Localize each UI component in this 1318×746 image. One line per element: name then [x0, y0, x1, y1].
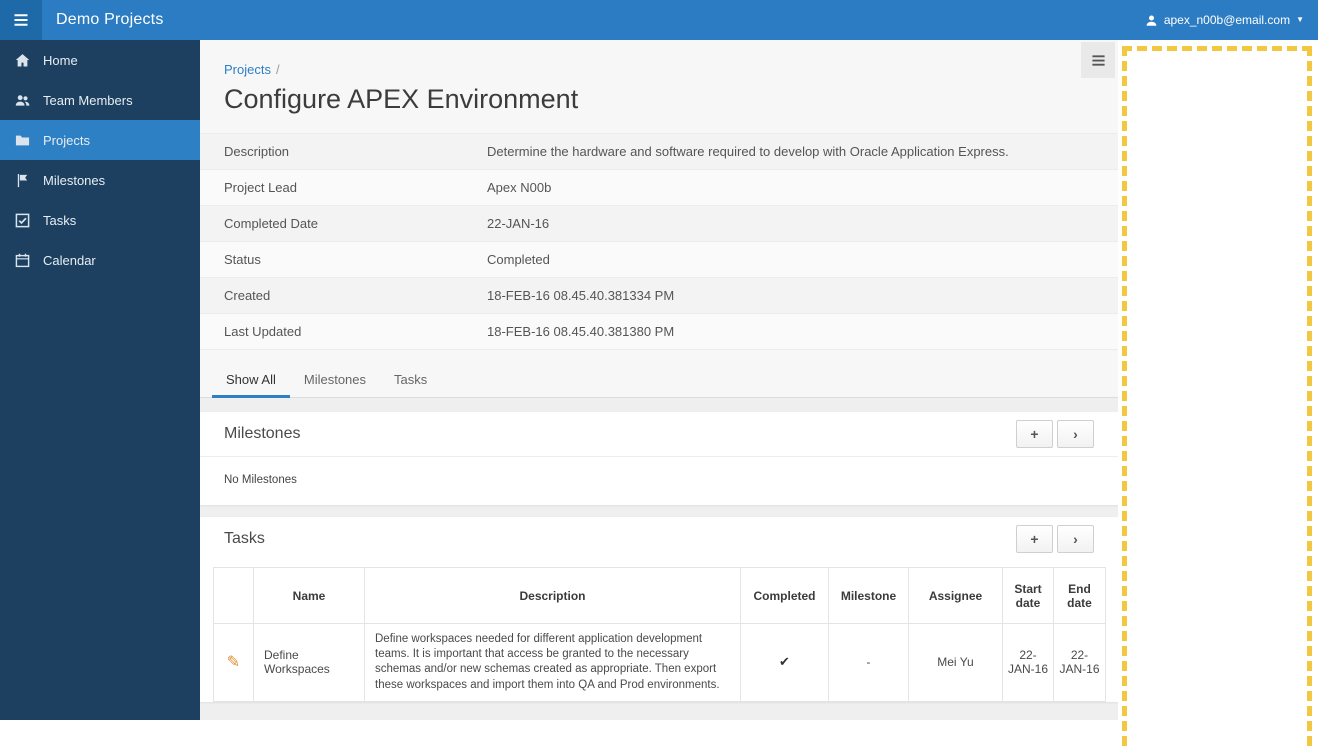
top-navigation-bar: Demo Projects apex_n00b@email.com ▼ [0, 0, 1318, 40]
person-icon [1146, 14, 1157, 26]
tab-tasks[interactable]: Tasks [380, 364, 441, 398]
open-tasks-button[interactable]: › [1057, 525, 1094, 553]
add-milestone-button[interactable]: + [1016, 420, 1053, 448]
detail-row-created: Created 18-FEB-16 08.45.40.381334 PM [200, 277, 1118, 313]
task-end-date-cell: 22-JAN-16 [1053, 623, 1106, 702]
project-details-list: Description Determine the hardware and s… [200, 133, 1118, 350]
task-milestone-cell: - [828, 623, 909, 702]
milestones-empty-state: No Milestones [200, 456, 1118, 505]
edit-task-cell: ✎ [213, 623, 254, 702]
breadcrumb: Projects / [200, 40, 1118, 77]
sidebar-item-label: Tasks [43, 212, 77, 228]
task-description-cell: Define workspaces needed for different a… [364, 623, 741, 702]
tasks-section: Tasks + › Name Description Completed Mil… [200, 517, 1118, 702]
task-assignee-cell: Mei Yu [908, 623, 1003, 702]
folder-icon [15, 135, 30, 145]
breadcrumb-separator: / [275, 62, 280, 77]
check-icon: ✔ [779, 654, 790, 670]
check-square-icon [15, 213, 30, 227]
detail-row-status: Status Completed [200, 241, 1118, 277]
tasks-table: Name Description Completed Milestone Ass… [213, 567, 1106, 702]
highlight-region-dashed-box [1122, 46, 1312, 746]
sidebar-item-projects[interactable]: Projects [0, 120, 200, 160]
detail-label: Description [224, 144, 290, 159]
column-header-edit [213, 567, 254, 624]
column-header-milestone: Milestone [828, 567, 909, 624]
app-title: Demo Projects [56, 11, 164, 28]
milestones-section: Milestones + › No Milestones [200, 412, 1118, 505]
sidebar-navigation: Home Team Members Projects Milestones Ta… [0, 40, 200, 720]
sidebar-item-tasks[interactable]: Tasks [0, 200, 200, 240]
detail-row-description: Description Determine the hardware and s… [200, 133, 1118, 169]
tasks-table-header-row: Name Description Completed Milestone Ass… [213, 567, 1106, 624]
sidebar-item-label: Calendar [43, 252, 96, 268]
breadcrumb-link-projects[interactable]: Projects [224, 62, 271, 77]
detail-label: Completed Date [224, 216, 318, 231]
user-email: apex_n00b@email.com [1163, 13, 1291, 27]
page-title: Configure APEX Environment [224, 84, 579, 114]
home-icon [15, 53, 30, 66]
task-name-cell: Define Workspaces [253, 623, 365, 702]
detail-row-project-lead: Project Lead Apex N00b [200, 169, 1118, 205]
task-start-date-cell: 22-JAN-16 [1002, 623, 1054, 702]
tasks-actions: + › [1016, 525, 1094, 553]
sidebar-item-team-members[interactable]: Team Members [0, 80, 200, 120]
calendar-icon [15, 253, 30, 267]
table-row: ✎ Define Workspaces Define workspaces ne… [213, 623, 1106, 702]
menu-icon [1091, 54, 1105, 66]
column-header-assignee: Assignee [908, 567, 1003, 624]
flag-icon [17, 173, 28, 187]
tab-show-all[interactable]: Show All [212, 364, 290, 398]
sidebar-item-home[interactable]: Home [0, 40, 200, 80]
filter-tabs: Show All Milestones Tasks [200, 364, 1118, 398]
detail-row-last-updated: Last Updated 18-FEB-16 08.45.40.381380 P… [200, 313, 1118, 349]
column-header-description: Description [364, 567, 741, 624]
hamburger-icon [14, 14, 28, 26]
detail-value: 18-FEB-16 08.45.40.381380 PM [487, 324, 675, 339]
milestones-actions: + › [1016, 420, 1094, 448]
tasks-title: Tasks [224, 530, 265, 547]
detail-label: Status [224, 252, 261, 267]
milestones-title: Milestones [224, 425, 301, 442]
detail-row-completed-date: Completed Date 22-JAN-16 [200, 205, 1118, 241]
main-content: Projects / Configure APEX Environment Des… [200, 40, 1118, 720]
tasks-header: Tasks + › [200, 517, 1118, 561]
sidebar-item-label: Team Members [43, 92, 133, 108]
column-header-name: Name [253, 567, 365, 624]
column-header-completed: Completed [740, 567, 829, 624]
user-menu[interactable]: apex_n00b@email.com ▼ [1145, 13, 1304, 27]
caret-down-icon: ▼ [1296, 15, 1304, 24]
milestones-header: Milestones + › [200, 412, 1118, 456]
edit-pencil-icon[interactable]: ✎ [227, 654, 240, 671]
sidebar-item-label: Home [43, 52, 78, 68]
detail-value: Apex N00b [487, 180, 552, 195]
detail-value: 22-JAN-16 [487, 216, 550, 231]
task-completed-cell: ✔ [740, 623, 829, 702]
sidebar-item-calendar[interactable]: Calendar [0, 240, 200, 280]
users-icon [15, 94, 30, 106]
tab-milestones[interactable]: Milestones [290, 364, 380, 398]
page-actions-menu-button[interactable] [1081, 42, 1115, 78]
detail-value: Completed [487, 252, 550, 267]
detail-value: 18-FEB-16 08.45.40.381334 PM [487, 288, 675, 303]
sidebar-item-milestones[interactable]: Milestones [0, 160, 200, 200]
detail-label: Last Updated [224, 324, 302, 339]
detail-label: Created [224, 288, 271, 303]
add-task-button[interactable]: + [1016, 525, 1053, 553]
cards-area: Milestones + › No Milestones Tasks + › N… [200, 398, 1118, 720]
detail-label: Project Lead [224, 180, 297, 195]
column-header-start-date: Start date [1002, 567, 1054, 624]
sidebar-item-label: Milestones [43, 172, 106, 188]
open-milestones-button[interactable]: › [1057, 420, 1094, 448]
column-header-end-date: End date [1053, 567, 1106, 624]
sidebar-toggle-button[interactable] [0, 0, 42, 40]
detail-value: Determine the hardware and software requ… [487, 144, 1009, 159]
sidebar-item-label: Projects [43, 132, 90, 148]
